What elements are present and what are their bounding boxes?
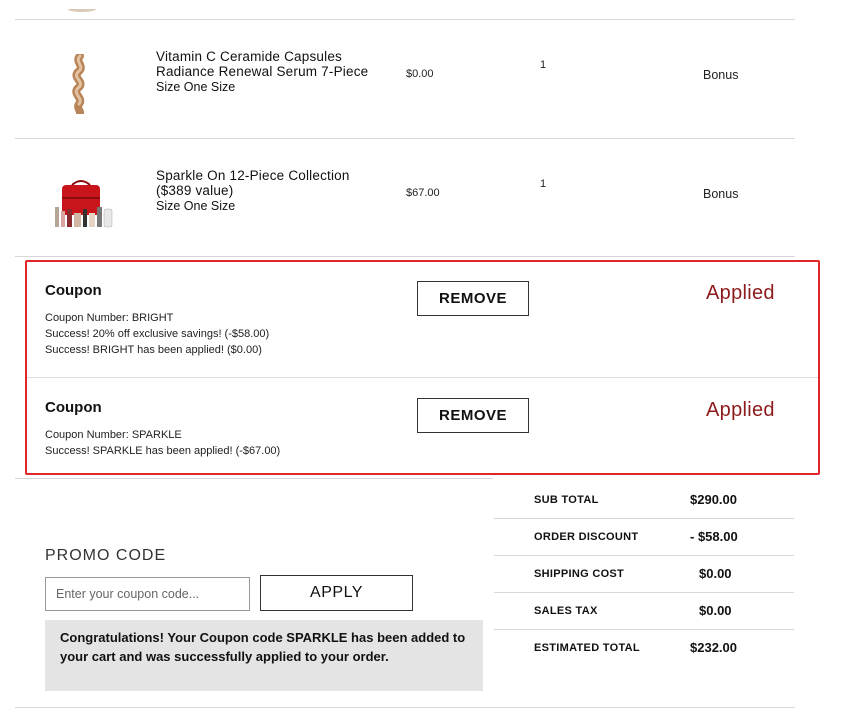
product-price: $67.00 [406,187,440,199]
page-bottom-divider [15,707,795,708]
product-quantity: 1 [540,178,547,190]
coupon-applied-status: Applied [706,282,775,304]
applied-coupons-section: Coupon Coupon Number: BRIGHT Success! 20… [25,260,820,475]
summary-value: $0.00 [699,566,732,581]
product-price: $0.00 [406,68,434,80]
coupon-entry: Coupon Coupon Number: BRIGHT Success! 20… [27,262,818,378]
remove-coupon-button[interactable]: REMOVE [417,398,529,433]
coupon-message: Success! 20% off exclusive savings! (-$5… [45,328,270,340]
summary-label: ORDER DISCOUNT [534,531,639,543]
coupon-divider [27,377,818,378]
row-divider [15,256,795,257]
coupon-title: Coupon [45,282,102,299]
coupon-number: Coupon Number: BRIGHT [45,312,174,324]
red-vanity-case-product-image[interactable] [52,179,116,231]
product-row: Sparkle On 12-Piece Collection ($389 val… [0,139,800,256]
serum-capsules-product-image[interactable] [62,52,98,117]
product-row: Vitamin C Ceramide Capsules Radiance Ren… [0,20,800,138]
remove-coupon-button[interactable]: REMOVE [417,281,529,316]
summary-value: - $58.00 [690,529,738,544]
partial-product-image [62,0,102,12]
product-name[interactable]: Sparkle On 12-Piece Collection ($389 val… [156,168,386,198]
coupon-message: Success! BRIGHT has been applied! ($0.00… [45,344,262,356]
product-size: Size One Size [156,80,236,94]
summary-row-order-discount: ORDER DISCOUNT - $58.00 [494,519,794,556]
product-status: Bonus [703,187,739,201]
coupon-code-input[interactable] [45,577,250,611]
promo-success-message: Congratulations! Your Coupon code SPARKL… [45,620,483,691]
product-quantity: 1 [540,59,547,71]
coupon-message: Success! SPARKLE has been applied! (-$67… [45,445,281,457]
row-divider [15,478,493,479]
product-name[interactable]: Vitamin C Ceramide Capsules Radiance Ren… [156,49,386,79]
product-status: Bonus [703,68,739,82]
summary-row-subtotal: SUB TOTAL $290.00 [494,482,794,519]
coupon-title: Coupon [45,399,102,416]
summary-label: SHIPPING COST [534,568,625,580]
coupon-applied-status: Applied [706,399,775,421]
order-summary: SUB TOTAL $290.00 ORDER DISCOUNT - $58.0… [494,482,794,667]
summary-label: SALES TAX [534,605,598,617]
summary-row-estimated-total: ESTIMATED TOTAL $232.00 [494,630,794,667]
summary-label: ESTIMATED TOTAL [534,642,640,654]
apply-coupon-button[interactable]: APPLY [260,575,413,611]
product-size: Size One Size [156,199,236,213]
coupon-number: Coupon Number: SPARKLE [45,429,182,441]
summary-row-sales-tax: SALES TAX $0.00 [494,593,794,630]
summary-label: SUB TOTAL [534,494,599,506]
summary-value: $0.00 [699,603,732,618]
summary-row-shipping-cost: SHIPPING COST $0.00 [494,556,794,593]
summary-value: $290.00 [690,492,737,507]
promo-code-label: PROMO CODE [45,547,167,564]
coupon-entry: Coupon Coupon Number: SPARKLE Success! S… [27,379,818,473]
summary-value: $232.00 [690,640,737,655]
